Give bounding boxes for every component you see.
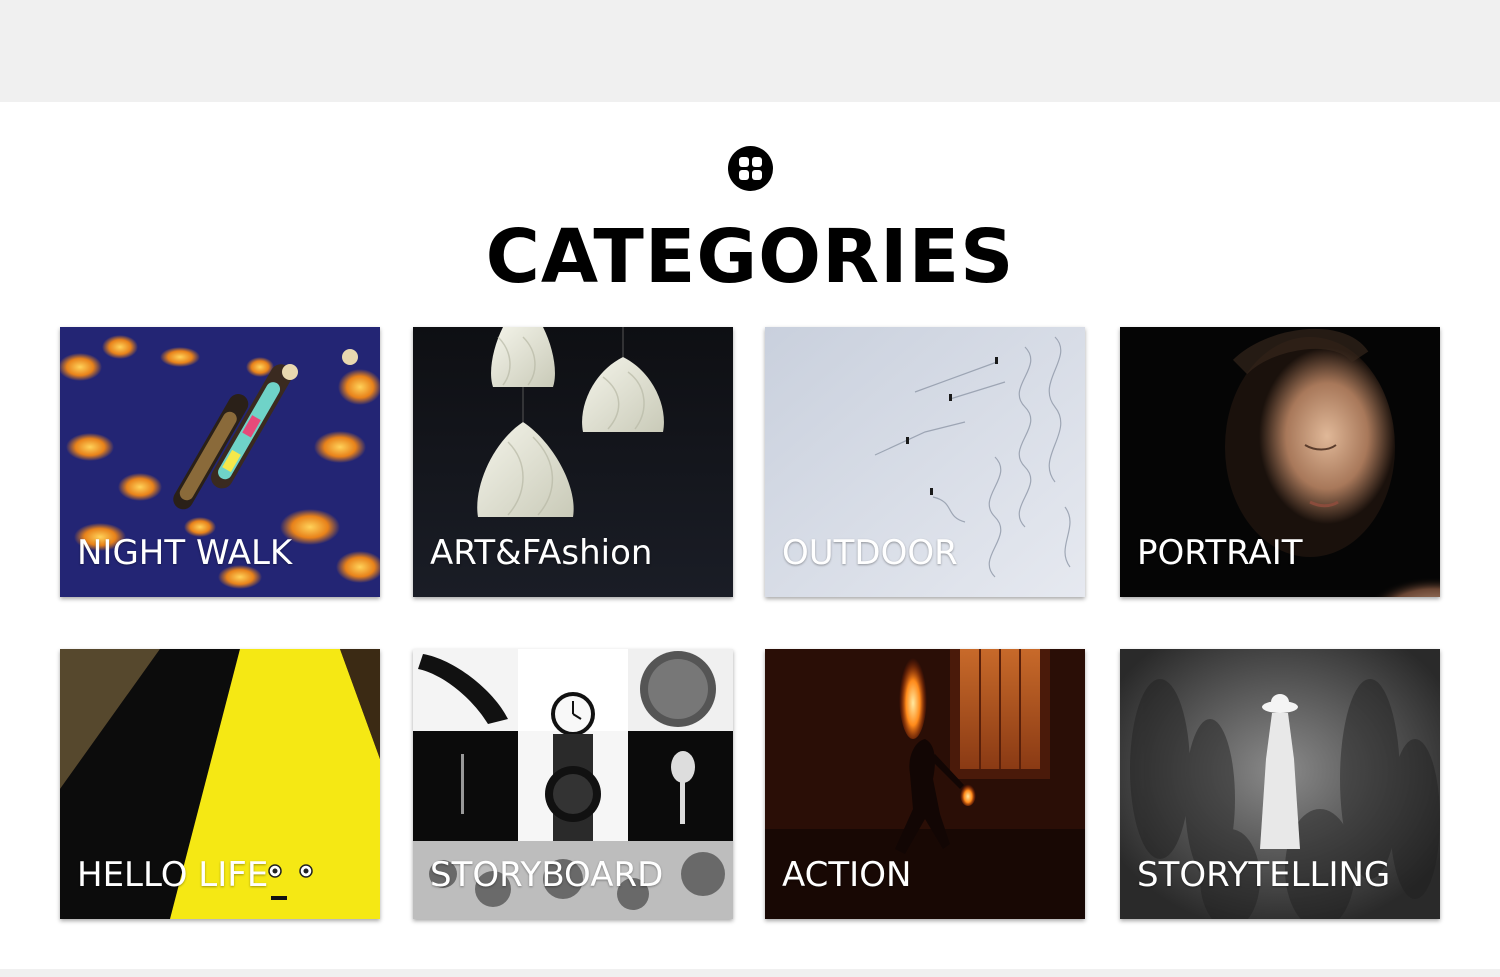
grid-icon [728, 146, 773, 191]
bottom-bar [0, 969, 1500, 977]
category-label: PORTRAIT [1137, 533, 1303, 573]
category-label: STORYBOARD [430, 855, 664, 895]
category-card-outdoor[interactable]: OUTDOOR [765, 327, 1085, 597]
category-label: ART&FAshion [430, 533, 653, 573]
category-card-hello-life[interactable]: HELLO LIFE [60, 649, 380, 919]
category-label: HELLO LIFE [77, 855, 269, 895]
category-card-storytelling[interactable]: STORYTELLING [1120, 649, 1440, 919]
category-card-art-fashion[interactable]: ART&FAshion [413, 327, 733, 597]
category-card-portrait[interactable]: PORTRAIT [1120, 327, 1440, 597]
category-card-action[interactable]: ACTION [765, 649, 1085, 919]
category-label: ACTION [782, 855, 912, 895]
category-label: STORYTELLING [1137, 855, 1391, 895]
category-label: OUTDOOR [782, 533, 958, 573]
category-label: NIGHT WALK [77, 533, 293, 573]
category-card-night-walk[interactable]: NIGHT WALK [60, 327, 380, 597]
top-bar [0, 0, 1500, 102]
category-card-storyboard[interactable]: STORYBOARD [413, 649, 733, 919]
page-title: CATEGORIES [485, 214, 1015, 300]
